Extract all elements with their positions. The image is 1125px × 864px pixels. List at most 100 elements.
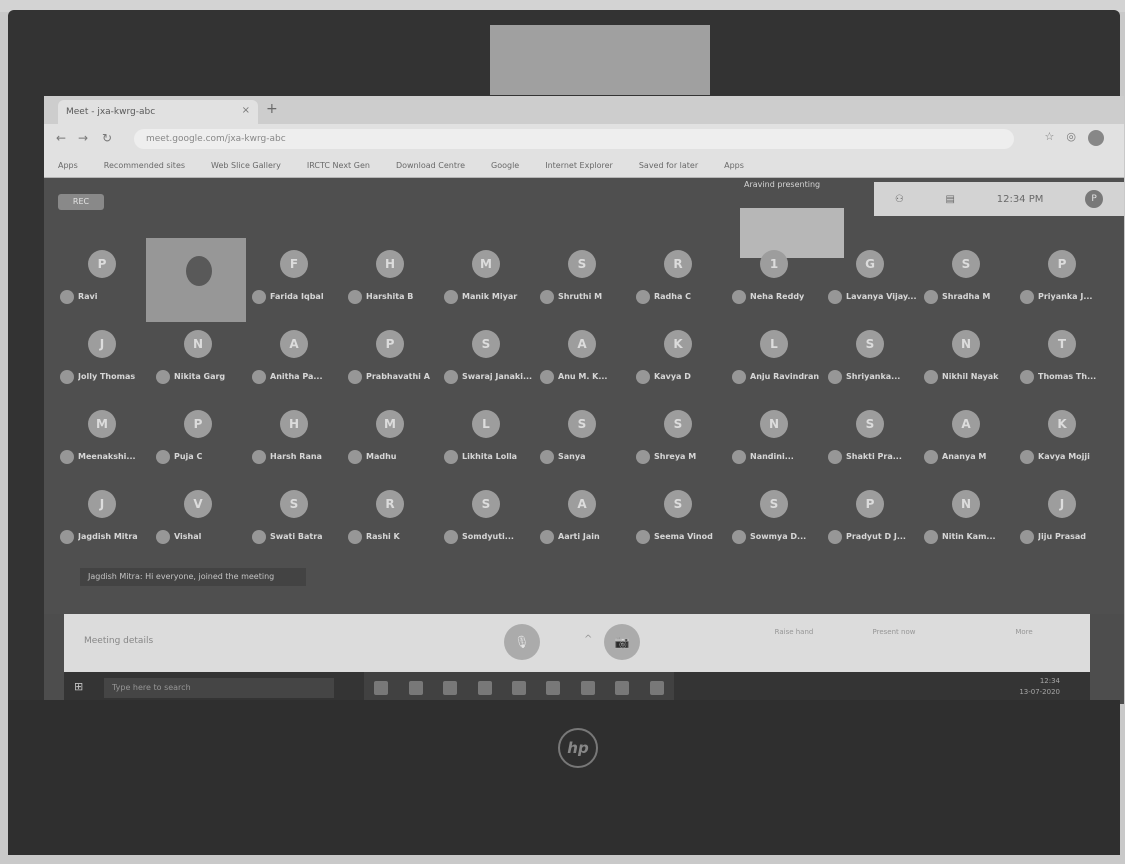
participant-tile[interactable]: P Pradyut D J... — [822, 482, 918, 562]
close-icon[interactable]: × — [242, 105, 250, 116]
participant-tile[interactable]: N Nandini... — [726, 402, 822, 482]
participant-tile[interactable]: S Shakti Pra... — [822, 402, 918, 482]
participant-tile[interactable]: K Kavya D — [630, 322, 726, 402]
bookmark-item[interactable]: Web Slice Gallery — [211, 161, 281, 170]
participant-video[interactable] — [146, 238, 246, 322]
mic-muted-icon — [60, 530, 74, 544]
browser-tab-meet[interactable]: Meet - jxa-kwrg-abc × — [58, 100, 258, 124]
start-icon[interactable]: ⊞ — [74, 680, 88, 694]
participant-tile[interactable]: J Jagdish Mitra — [54, 482, 150, 562]
participant-tile[interactable]: S Swati Batra — [246, 482, 342, 562]
chrome-icon[interactable] — [649, 681, 664, 695]
participant-tile[interactable]: N Nikhil Nayak — [918, 322, 1014, 402]
meet-controls: Meeting details 🎙 ^ 📷 Raise hand Present… — [64, 614, 1090, 672]
avatar: R — [664, 250, 692, 278]
avatar[interactable]: P — [1085, 190, 1104, 208]
present-now-button[interactable]: Present now — [854, 628, 934, 636]
participant-tile[interactable]: H Harsh Rana — [246, 402, 342, 482]
participant-tile[interactable]: 1 Neha Reddy — [726, 242, 822, 322]
people-icon[interactable]: ⚇ — [895, 194, 904, 205]
chevron-up-icon[interactable]: ^ — [584, 634, 592, 645]
participant-tile[interactable]: P Prabhavathi A — [342, 322, 438, 402]
system-tray[interactable]: 12:34 13-07-2020 — [1019, 676, 1060, 698]
participant-tile[interactable]: G Lavanya Vijay... — [822, 242, 918, 322]
bookmark-item[interactable]: Recommended sites — [104, 161, 185, 170]
extension-icon[interactable]: ◎ — [1066, 130, 1076, 146]
participant-tile[interactable]: S Sowmya D... — [726, 482, 822, 562]
forward-arrow-icon[interactable]: → — [78, 131, 88, 145]
participant-tile[interactable]: S Shriyanka... — [822, 322, 918, 402]
bookmark-item[interactable]: Apps — [58, 161, 78, 170]
raise-hand-button[interactable]: Raise hand — [754, 628, 834, 636]
participant-tile[interactable]: P Priyanka J... — [1014, 242, 1110, 322]
address-input[interactable]: meet.google.com/jxa-kwrg-abc — [134, 129, 1014, 149]
reload-icon[interactable]: ↻ — [102, 131, 112, 145]
participant-tile[interactable]: J Jolly Thomas — [54, 322, 150, 402]
participant-tile[interactable]: M Madhu — [342, 402, 438, 482]
avatar: K — [1048, 410, 1076, 438]
bookmark-item[interactable]: Internet Explorer — [545, 161, 613, 170]
avatar: M — [376, 410, 404, 438]
chat-icon[interactable]: ▤ — [946, 194, 955, 205]
new-tab-button[interactable]: + — [266, 101, 278, 117]
participant-name: Swati Batra — [270, 532, 323, 541]
participant-name: Kavya Mojji — [1038, 452, 1090, 461]
mail-icon[interactable] — [580, 681, 595, 695]
participant-tile[interactable]: T Thomas Th... — [1014, 322, 1110, 402]
dropbox-icon[interactable] — [511, 681, 526, 695]
bookmark-item[interactable]: Google — [491, 161, 519, 170]
mic-muted-icon — [540, 450, 554, 464]
participant-tile[interactable]: M Manik Miyar — [438, 242, 534, 322]
participant-tile[interactable]: P Puja C — [150, 402, 246, 482]
participant-tile[interactable]: S Shreya M — [630, 402, 726, 482]
avatar: S — [664, 410, 692, 438]
participant-tile[interactable]: M Meenakshi... — [54, 402, 150, 482]
taskbar-search-input[interactable]: Type here to search — [104, 678, 334, 698]
participant-tile[interactable]: A Anitha Pa... — [246, 322, 342, 402]
participant-tile[interactable]: S Somdyuti... — [438, 482, 534, 562]
participant-tile[interactable]: F Farida Iqbal — [246, 242, 342, 322]
mic-muted-icon — [156, 450, 170, 464]
participant-tile[interactable]: N Nikita Garg — [150, 322, 246, 402]
participant-tile[interactable]: S Swaraj Janaki... — [438, 322, 534, 402]
more-options-button[interactable]: More — [984, 628, 1064, 636]
app-icon[interactable] — [546, 681, 561, 695]
participant-tile[interactable]: S Shradha M — [918, 242, 1014, 322]
participant-tile[interactable]: S Shruthi M — [534, 242, 630, 322]
bookmark-item[interactable]: IRCTC Next Gen — [307, 161, 370, 170]
participant-tile[interactable]: N Nitin Kam... — [918, 482, 1014, 562]
participant-tile[interactable]: S Seema Vinod — [630, 482, 726, 562]
participant-tile[interactable]: A Ananya M — [918, 402, 1014, 482]
store-icon[interactable] — [443, 681, 458, 695]
bookmark-item[interactable]: Apps — [724, 161, 744, 170]
office-icon[interactable] — [615, 681, 630, 695]
participant-tile[interactable]: L Likhita Lolla — [438, 402, 534, 482]
edge-icon[interactable] — [408, 681, 423, 695]
participant-tile[interactable]: R Radha C — [630, 242, 726, 322]
participant-tile[interactable]: A Aarti Jain — [534, 482, 630, 562]
meeting-details-button[interactable]: Meeting details — [84, 636, 153, 646]
participant-tile[interactable]: P Ravi — [54, 242, 150, 322]
microphone-icon[interactable]: 🎙 — [504, 624, 540, 660]
task-view-icon[interactable] — [374, 681, 389, 695]
camera-icon[interactable]: 📷 — [604, 624, 640, 660]
bookmark-item[interactable]: Saved for later — [639, 161, 698, 170]
participant-tile[interactable]: R Rashi K — [342, 482, 438, 562]
avatar: N — [760, 410, 788, 438]
profile-avatar[interactable] — [1088, 130, 1104, 146]
participant-tile[interactable]: J Jiju Prasad — [1014, 482, 1110, 562]
participant-tile[interactable]: L Anju Ravindran — [726, 322, 822, 402]
avatar: L — [472, 410, 500, 438]
back-arrow-icon[interactable]: ← — [56, 131, 66, 145]
bookmark-item[interactable]: Download Centre — [396, 161, 465, 170]
participant-tile[interactable]: A Anu M. K... — [534, 322, 630, 402]
star-icon[interactable]: ☆ — [1045, 130, 1055, 146]
participant-tile[interactable]: H Harshita B — [342, 242, 438, 322]
participant-tile[interactable]: V Vishal — [150, 482, 246, 562]
participant-tile[interactable]: S Sanya — [534, 402, 630, 482]
participant-name: Jagdish Mitra — [78, 532, 138, 541]
participant-tile[interactable]: K Kavya Mojji — [1014, 402, 1110, 482]
mic-muted-icon — [252, 450, 266, 464]
mic-muted-icon — [636, 290, 650, 304]
folder-icon[interactable] — [477, 681, 492, 695]
